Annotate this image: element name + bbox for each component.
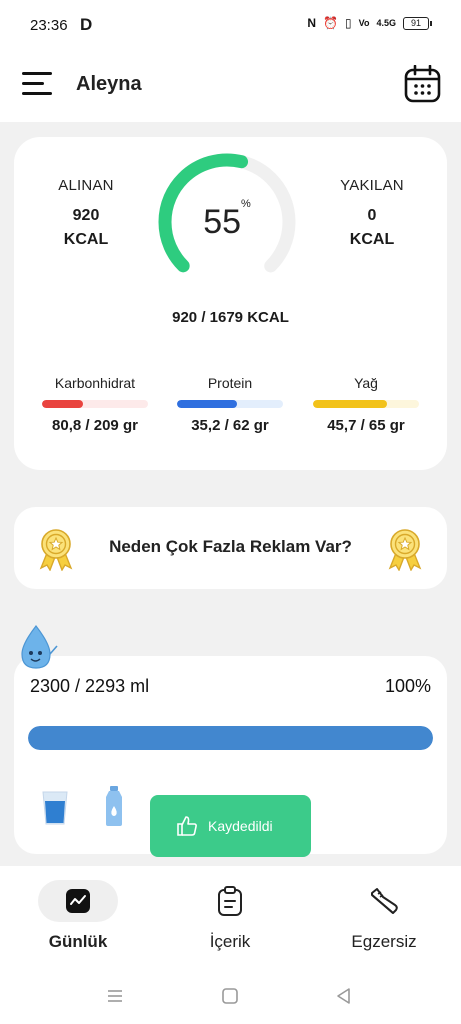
toast-text: Kaydedildi bbox=[208, 818, 273, 834]
chart-line-icon bbox=[66, 889, 90, 913]
nav-daily[interactable]: Günlük bbox=[8, 880, 148, 952]
macro-label: Protein bbox=[207, 375, 253, 391]
water-drop-mascot-icon bbox=[21, 625, 58, 669]
macro-fat: Yağ 45,7 / 65 gr bbox=[311, 375, 421, 434]
macro-value: 35,2 / 62 gr bbox=[191, 417, 269, 434]
calorie-gauge: 55% bbox=[156, 151, 298, 293]
macro-carbs: Karbonhidrat 80,8 / 209 gr bbox=[40, 375, 150, 434]
status-time: 23:36 bbox=[30, 17, 68, 34]
calories-taken: ALINAN 920 KCAL bbox=[26, 177, 146, 252]
vibrate-icon: ▯ bbox=[345, 16, 352, 30]
nav-daily-label: Günlük bbox=[48, 932, 108, 951]
calendar-icon[interactable] bbox=[404, 64, 441, 103]
macro-protein: Protein 35,2 / 62 gr bbox=[175, 375, 285, 434]
macro-value: 45,7 / 65 gr bbox=[327, 417, 405, 434]
alarm-icon: ⏰ bbox=[323, 16, 339, 30]
taken-unit: KCAL bbox=[63, 231, 109, 248]
nav-content-pill bbox=[190, 880, 270, 922]
ad-info-text: Neden Çok Fazla Reklam Var? bbox=[109, 537, 352, 556]
nav-exercise[interactable]: Egzersiz bbox=[314, 880, 454, 952]
medal-icon bbox=[388, 529, 422, 571]
hamburger-menu-icon[interactable] bbox=[22, 72, 54, 98]
sneaker-icon bbox=[371, 888, 398, 914]
gauge-percent: 55% bbox=[156, 198, 298, 242]
volte-icon: Vo bbox=[358, 18, 370, 28]
thumbs-up-icon bbox=[177, 816, 197, 836]
status-app-glyph: D bbox=[80, 15, 93, 34]
macro-label: Karbonhidrat bbox=[54, 375, 136, 391]
nav-exercise-pill bbox=[344, 880, 424, 922]
percent-sign: % bbox=[241, 197, 251, 210]
nav-exercise-label: Egzersiz bbox=[351, 932, 417, 951]
ad-info-card[interactable]: Neden Çok Fazla Reklam Var? bbox=[14, 507, 447, 589]
app-header: Aleyna bbox=[0, 52, 461, 122]
water-percent: 100% bbox=[384, 676, 431, 696]
taken-number: 920 bbox=[72, 207, 100, 224]
calories-burned: YAKILAN 0 KCAL bbox=[312, 177, 432, 252]
water-glass-icon[interactable] bbox=[42, 790, 68, 826]
water-bottle-icon[interactable] bbox=[104, 786, 124, 826]
nav-daily-pill bbox=[38, 880, 118, 922]
macro-progress-fill bbox=[177, 400, 238, 408]
home-icon[interactable] bbox=[220, 986, 240, 1006]
macro-progress-bar bbox=[313, 400, 419, 408]
user-name: Aleyna bbox=[76, 73, 142, 95]
system-navigation-bar bbox=[0, 966, 461, 1024]
saved-toast: Kaydedildi bbox=[150, 795, 311, 857]
nfc-icon: N bbox=[307, 16, 317, 30]
water-progress-fill bbox=[28, 726, 433, 750]
recent-apps-icon[interactable] bbox=[105, 986, 125, 1006]
back-icon[interactable] bbox=[334, 986, 354, 1006]
macro-progress-bar bbox=[177, 400, 283, 408]
calorie-total: 920 / 1679 KCAL bbox=[172, 309, 289, 326]
clipboard-icon bbox=[218, 886, 242, 916]
macro-label: Yağ bbox=[354, 375, 378, 391]
burned-value: 0 KCAL bbox=[312, 204, 432, 252]
water-amount: 2300 / 2293 ml bbox=[30, 676, 150, 696]
nav-content[interactable]: İçerik bbox=[160, 880, 300, 952]
status-icons: N ⏰ ▯ Vo 4.5G 91 bbox=[307, 16, 432, 30]
taken-label: ALINAN bbox=[58, 177, 114, 194]
burned-label: YAKILAN bbox=[340, 177, 404, 194]
burned-unit: KCAL bbox=[349, 231, 395, 248]
percent-value: 55 bbox=[203, 203, 242, 241]
calorie-summary-card: ALINAN 920 KCAL 55% YAKILAN 0 KCAL 920 /… bbox=[14, 137, 447, 470]
taken-value: 920 KCAL bbox=[26, 204, 146, 252]
battery-icon: 91 bbox=[403, 16, 432, 30]
burned-number: 0 bbox=[367, 207, 377, 224]
status-bar: 23:36 D N ⏰ ▯ Vo 4.5G 91 bbox=[0, 0, 461, 52]
signal-icon: 4.5G bbox=[376, 18, 396, 28]
bottom-navigation: Günlük İçerik Egzersiz bbox=[0, 866, 461, 966]
macro-progress-bar bbox=[42, 400, 148, 408]
macro-progress-fill bbox=[42, 400, 84, 408]
nav-content-label: İçerik bbox=[209, 932, 251, 951]
macro-progress-fill bbox=[313, 400, 388, 408]
water-progress-bar bbox=[28, 726, 433, 750]
macro-value: 80,8 / 209 gr bbox=[52, 417, 138, 434]
